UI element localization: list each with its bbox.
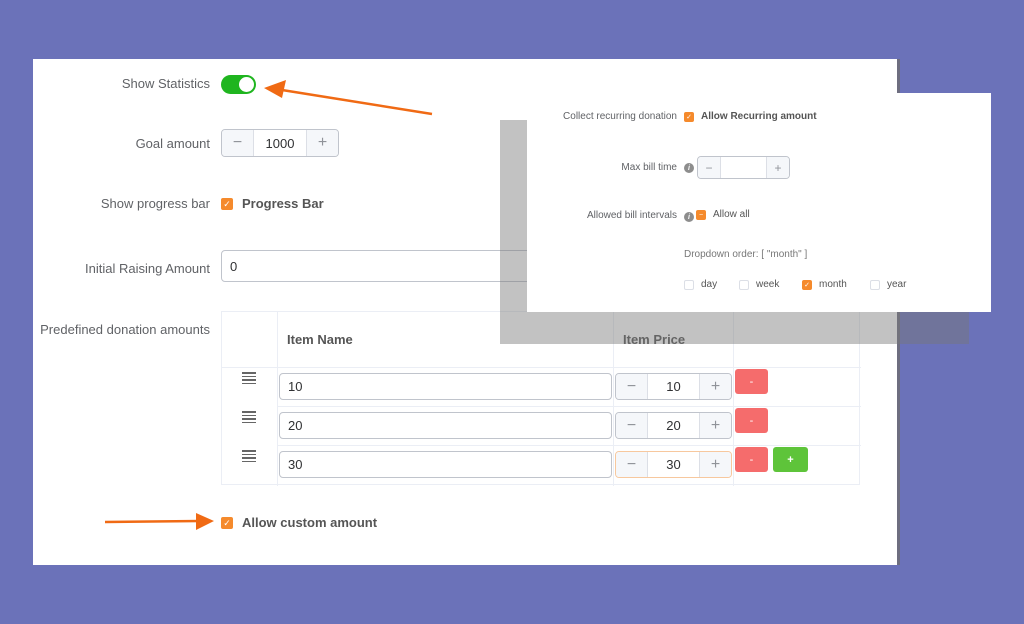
arrow-to-toggle-icon [264,80,433,116]
arrow-to-custom-amount-icon [104,513,214,530]
annotation-arrows [104,80,433,530]
